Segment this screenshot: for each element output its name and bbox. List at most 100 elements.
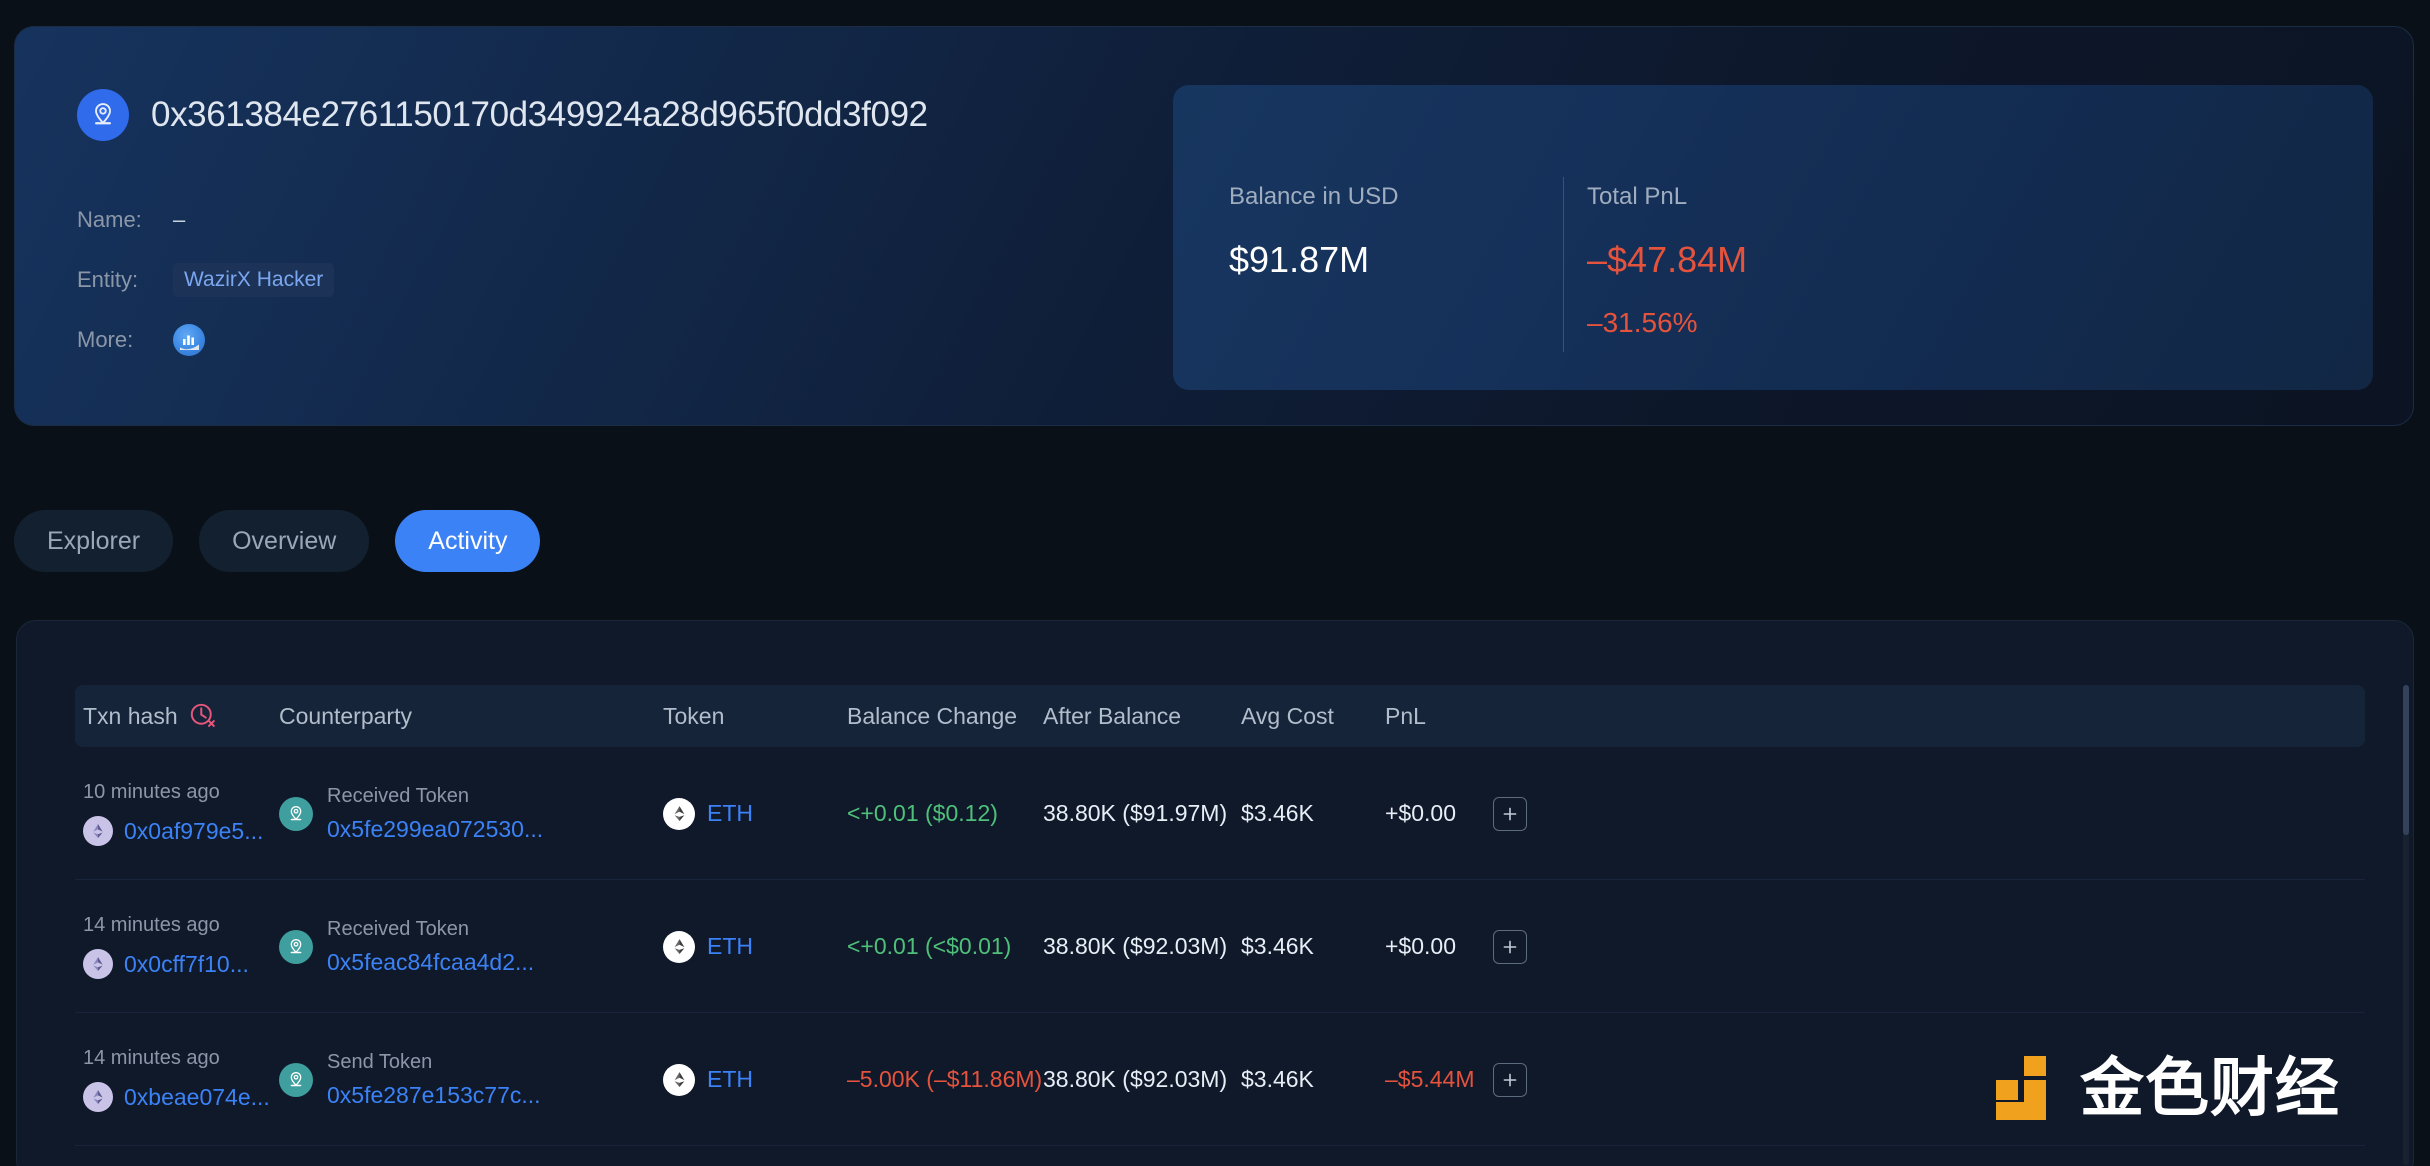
- ethereum-icon: [83, 816, 113, 846]
- pnl-value: –$5.44M: [1385, 1066, 1475, 1092]
- app-root: 0x361384e2761150170d349924a28d965f0dd3f0…: [0, 0, 2430, 1166]
- plus-square-icon[interactable]: [1493, 796, 1527, 831]
- pnl-value: +$0.00: [1385, 933, 1456, 959]
- column-header-txn-hash-label: Txn hash: [83, 702, 178, 729]
- wallet-address[interactable]: 0x361384e2761150170d349924a28d965f0dd3f0…: [151, 95, 928, 135]
- pnl-stat: Total PnL –$47.84M –31.56%: [1587, 183, 1747, 339]
- cell-balance-change: <+0.01 (<$0.01): [847, 880, 1011, 1013]
- token-symbol[interactable]: ETH: [707, 800, 753, 827]
- cell-expand: [1493, 880, 1527, 1013]
- balance-change-value: <+0.01 (<$0.01): [847, 933, 1012, 959]
- location-pin-icon: [279, 929, 313, 964]
- location-pin-icon: [77, 89, 129, 141]
- column-header-after-balance[interactable]: After Balance: [1043, 703, 1181, 730]
- clock-reset-icon[interactable]: [188, 701, 218, 731]
- chart-badge-icon[interactable]: [173, 324, 205, 356]
- balance-change-value: –5.00K (–$11.86M): [847, 1066, 1043, 1092]
- txn-hash-link[interactable]: 0xbeae074e...: [124, 1084, 270, 1111]
- entity-label: Entity:: [77, 267, 139, 292]
- txn-hash-link[interactable]: 0x0cff7f10...: [124, 951, 249, 978]
- table-row[interactable]: 10 minutes ago 0x0af979e5... Received To…: [75, 747, 2365, 880]
- ethereum-icon: [83, 1082, 113, 1112]
- avg-cost-value: $3.46K: [1241, 933, 1314, 959]
- column-header-token[interactable]: Token: [663, 703, 724, 730]
- plus-square-icon[interactable]: [1493, 929, 1527, 964]
- counterparty-address-link[interactable]: 0x5fe287e153c77c...: [327, 1082, 541, 1109]
- table-row[interactable]: 14 minutes ago 0xbeae074e... Send Token …: [75, 1013, 2365, 1146]
- txn-time: 14 minutes ago: [83, 914, 220, 936]
- cell-avg-cost: $3.46K: [1241, 747, 1314, 880]
- cell-pnl: +$0.00: [1385, 747, 1456, 880]
- column-header-txn-hash[interactable]: Txn hash: [83, 701, 218, 731]
- counterparty-type: Received Token: [327, 784, 469, 807]
- counterparty-address-link[interactable]: 0x5fe299ea072530...: [327, 816, 543, 843]
- cell-token: ETH: [663, 1013, 753, 1146]
- entity-row: Entity: WazirX Hacker: [77, 263, 335, 297]
- profile-card: 0x361384e2761150170d349924a28d965f0dd3f0…: [14, 26, 2414, 426]
- after-balance-value: 38.80K ($92.03M): [1043, 1066, 1228, 1092]
- pnl-value: –$47.84M: [1587, 239, 1748, 280]
- balance-change-value: <+0.01 ($0.12): [847, 800, 998, 826]
- cell-avg-cost: $3.46K: [1241, 1013, 1314, 1146]
- column-header-balance-change[interactable]: Balance Change: [847, 703, 1017, 730]
- avg-cost-value: $3.46K: [1241, 800, 1314, 826]
- entity-tag[interactable]: WazirX Hacker: [173, 263, 335, 297]
- cell-counterparty: Received Token 0x5fe299ea072530...: [279, 747, 543, 880]
- activity-table-card: Txn hash Counterparty Token Balance Chan…: [16, 620, 2414, 1166]
- pnl-label: Total PnL: [1587, 183, 1688, 210]
- more-label: More:: [77, 327, 134, 352]
- cell-counterparty: Send Token 0x5fe287e153c77c...: [279, 1013, 541, 1146]
- name-value: –: [173, 207, 186, 232]
- more-row: More:: [77, 323, 334, 357]
- plus-square-icon[interactable]: [1493, 1062, 1527, 1097]
- stats-divider: [1563, 177, 1564, 352]
- column-header-counterparty[interactable]: Counterparty: [279, 703, 412, 730]
- ethereum-icon: [663, 1063, 695, 1096]
- cell-after-balance: 38.80K ($91.97M): [1043, 747, 1227, 880]
- cell-balance-change: <+0.01 ($0.12): [847, 747, 998, 880]
- token-symbol[interactable]: ETH: [707, 1066, 753, 1093]
- cell-txn-hash: 14 minutes ago 0xbeae074e...: [83, 1013, 270, 1146]
- cell-pnl: –$5.44M: [1385, 1013, 1475, 1146]
- location-pin-icon: [279, 1062, 313, 1097]
- table-header-row: Txn hash Counterparty Token Balance Chan…: [75, 685, 2365, 747]
- txn-time: 14 minutes ago: [83, 1047, 220, 1069]
- tab-bar: Explorer Overview Activity: [14, 510, 541, 572]
- table-scrollbar-thumb[interactable]: [2403, 685, 2409, 835]
- table-scrollbar[interactable]: [2403, 685, 2409, 1165]
- table-row[interactable]: 14 minutes ago 0x0cff7f10... Received To…: [75, 880, 2365, 1013]
- cell-balance-change: –5.00K (–$11.86M): [847, 1013, 1042, 1146]
- name-row: Name: –: [77, 203, 334, 237]
- tab-overview[interactable]: Overview: [199, 510, 370, 572]
- txn-hash-link[interactable]: 0x0af979e5...: [124, 818, 263, 845]
- counterparty-address-link[interactable]: 0x5feac84fcaa4d2...: [327, 949, 534, 976]
- address-row: 0x361384e2761150170d349924a28d965f0dd3f0…: [77, 89, 928, 141]
- cell-token: ETH: [663, 747, 753, 880]
- pnl-value: +$0.00: [1385, 800, 1456, 826]
- table-body: 10 minutes ago 0x0af979e5... Received To…: [75, 747, 2365, 1146]
- cell-expand: [1493, 1013, 1527, 1146]
- balance-label: Balance in USD: [1229, 183, 1399, 210]
- tab-explorer[interactable]: Explorer: [14, 510, 174, 572]
- ethereum-icon: [663, 930, 695, 963]
- token-symbol[interactable]: ETH: [707, 933, 753, 960]
- tab-activity[interactable]: Activity: [395, 510, 541, 572]
- after-balance-value: 38.80K ($92.03M): [1043, 933, 1228, 959]
- location-pin-icon: [279, 796, 313, 831]
- name-label: Name:: [77, 207, 142, 232]
- stats-panel: Balance in USD $91.87M Total PnL –$47.84…: [1173, 85, 2373, 390]
- column-header-avg-cost[interactable]: Avg Cost: [1241, 703, 1334, 730]
- cell-expand: [1493, 747, 1527, 880]
- cell-avg-cost: $3.46K: [1241, 880, 1314, 1013]
- cell-token: ETH: [663, 880, 753, 1013]
- column-header-pnl[interactable]: PnL: [1385, 703, 1426, 730]
- avg-cost-value: $3.46K: [1241, 1066, 1314, 1092]
- cell-txn-hash: 14 minutes ago 0x0cff7f10...: [83, 880, 249, 1013]
- txn-time: 10 minutes ago: [83, 781, 220, 803]
- counterparty-type: Send Token: [327, 1050, 433, 1073]
- cell-after-balance: 38.80K ($92.03M): [1043, 880, 1227, 1013]
- balance-value: $91.87M: [1229, 239, 1370, 280]
- cell-pnl: +$0.00: [1385, 880, 1456, 1013]
- cell-counterparty: Received Token 0x5feac84fcaa4d2...: [279, 880, 534, 1013]
- cell-txn-hash: 10 minutes ago 0x0af979e5...: [83, 747, 263, 880]
